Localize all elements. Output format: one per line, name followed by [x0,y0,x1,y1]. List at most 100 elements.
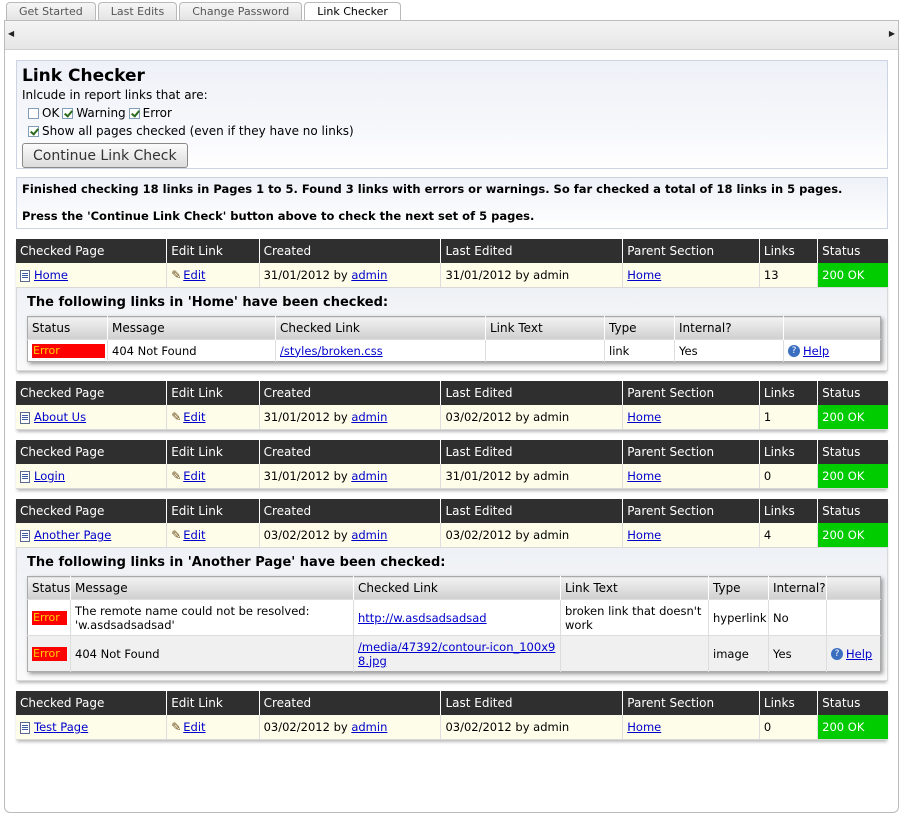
col-header-edit-link: Edit Link [166,440,260,464]
col-header-checked-page: Checked Page [16,499,167,523]
parent-section-link[interactable]: Home [627,528,661,542]
col-header-parent-section: Parent Section [622,499,760,523]
continue-link-check-button[interactable]: Continue Link Check [22,143,188,168]
ok-checkbox[interactable] [28,107,39,119]
page-link[interactable]: About Us [34,410,86,424]
tab-bar: Get Started Last Edits Change Password L… [6,2,401,21]
col-header-created: Created [258,239,441,263]
col-header-checked-page: Checked Page [16,239,167,263]
edited-date: 03/02/2012 [445,720,512,734]
links-col-help [783,316,881,340]
links-col-message: Message [107,316,276,340]
links-col-checked-link: Checked Link [353,576,561,600]
col-header-last-edited: Last Edited [440,440,623,464]
parent-section-link[interactable]: Home [627,469,661,483]
col-header-status: Status [817,381,888,405]
checked-link[interactable]: /media/47392/contour-icon_100x98.jpg [358,640,555,668]
tab-last-edits[interactable]: Last Edits [97,2,178,20]
parent-section-cell: Home [622,523,760,548]
created-cell: 31/01/2012 by admin [258,464,441,489]
link-text: broken link that doesn't work [560,599,709,636]
col-header-links: Links [758,239,818,263]
last-edited-cell: 03/02/2012 by admin [440,715,623,740]
checked-link-cell: /styles/broken.css [275,339,486,362]
col-header-last-edited: Last Edited [440,499,623,523]
page-link[interactable]: Another Page [34,528,111,542]
created-by-link[interactable]: admin [351,469,387,483]
page-result-block: Checked Page Edit Link Created Last Edited P… [16,499,888,681]
scroll-left-icon[interactable]: ◀ [8,29,14,38]
edited-by: admin [533,268,570,282]
show-all-checkbox[interactable] [28,125,39,137]
checked-link[interactable]: /styles/broken.css [280,344,383,358]
tab-link-checker[interactable]: Link Checker [304,2,401,21]
edit-link-cell: ✎ Edit [166,464,260,489]
by-label: by [515,528,530,542]
pencil-icon: ✎ [171,528,182,542]
col-header-links: Links [758,499,818,523]
links-count: 1 [758,405,818,430]
scroll-right-icon[interactable]: ▶ [889,29,895,38]
page-row: Test Page ✎ Edit 03/02/2012 by admin 03/02/2… [16,715,888,740]
edit-link[interactable]: Edit [183,469,205,483]
col-header-checked-page: Checked Page [16,691,167,715]
tab-get-started[interactable]: Get Started [6,2,96,20]
page-link[interactable]: Home [34,268,68,282]
help-link[interactable]: Help [846,647,872,661]
link-status-cell: Error [27,339,108,362]
created-date: 03/02/2012 [263,720,330,734]
help-link[interactable]: Help [803,344,829,358]
edit-link[interactable]: Edit [183,528,205,542]
edit-link-cell: ✎ Edit [166,523,260,548]
links-count: 13 [758,263,818,288]
created-cell: 31/01/2012 by admin [258,405,441,430]
horizontal-scrollbar[interactable]: ◀ ▶ [5,21,898,50]
created-by-link[interactable]: admin [351,410,387,424]
status-filter-row: OK Warning Error [22,104,882,122]
col-header-parent-section: Parent Section [622,691,760,715]
tab-content-frame: ◀ ▶ Link Checker Inlcude in report links… [4,20,899,813]
page-link[interactable]: Login [34,469,65,483]
links-col-message: Message [70,576,354,600]
page-header-row: Checked Page Edit Link Created Last Edited P… [16,440,888,464]
col-header-edit-link: Edit Link [166,499,260,523]
help-icon[interactable]: ? [831,648,843,660]
col-header-parent-section: Parent Section [622,239,760,263]
col-header-parent-section: Parent Section [622,440,760,464]
links-col-status: Status [27,576,71,600]
parent-section-link[interactable]: Home [627,410,661,424]
page-link[interactable]: Test Page [34,720,88,734]
help-icon[interactable]: ? [788,345,800,357]
created-by-link[interactable]: admin [351,268,387,282]
links-count: 0 [758,464,818,489]
edit-link[interactable]: Edit [183,410,205,424]
by-label: by [333,528,348,542]
page-table: Checked Page Edit Link Created Last Edited P… [16,691,888,740]
last-edited-cell: 31/01/2012 by admin [440,263,623,288]
edit-link[interactable]: Edit [183,268,205,282]
error-checkbox[interactable] [128,107,140,119]
links-col-type: Type [604,316,675,340]
parent-section-cell: Home [622,464,760,489]
by-label: by [333,720,348,734]
links-col-checked-link: Checked Link [275,316,486,340]
edited-date: 31/01/2012 [445,268,512,282]
checked-link[interactable]: http://w.asdsadsadsad [358,611,487,625]
parent-section-link[interactable]: Home [627,720,661,734]
link-internal: No [768,599,827,636]
edit-link[interactable]: Edit [183,720,205,734]
tab-change-password[interactable]: Change Password [179,2,303,20]
parent-section-link[interactable]: Home [627,268,661,282]
page-header-row: Checked Page Edit Link Created Last Edited P… [16,239,888,263]
created-cell: 31/01/2012 by admin [258,263,441,288]
link-type: image [708,635,769,672]
warning-checkbox[interactable] [62,107,74,119]
page-title: Link Checker [22,66,145,86]
page-table: Checked Page Edit Link Created Last Edited P… [16,239,888,288]
error-badge: Error [32,611,67,625]
created-date: 31/01/2012 [263,410,330,424]
created-by-link[interactable]: admin [351,720,387,734]
created-by-link[interactable]: admin [351,528,387,542]
help-cell: ? Help [826,635,881,672]
col-header-links: Links [758,381,818,405]
